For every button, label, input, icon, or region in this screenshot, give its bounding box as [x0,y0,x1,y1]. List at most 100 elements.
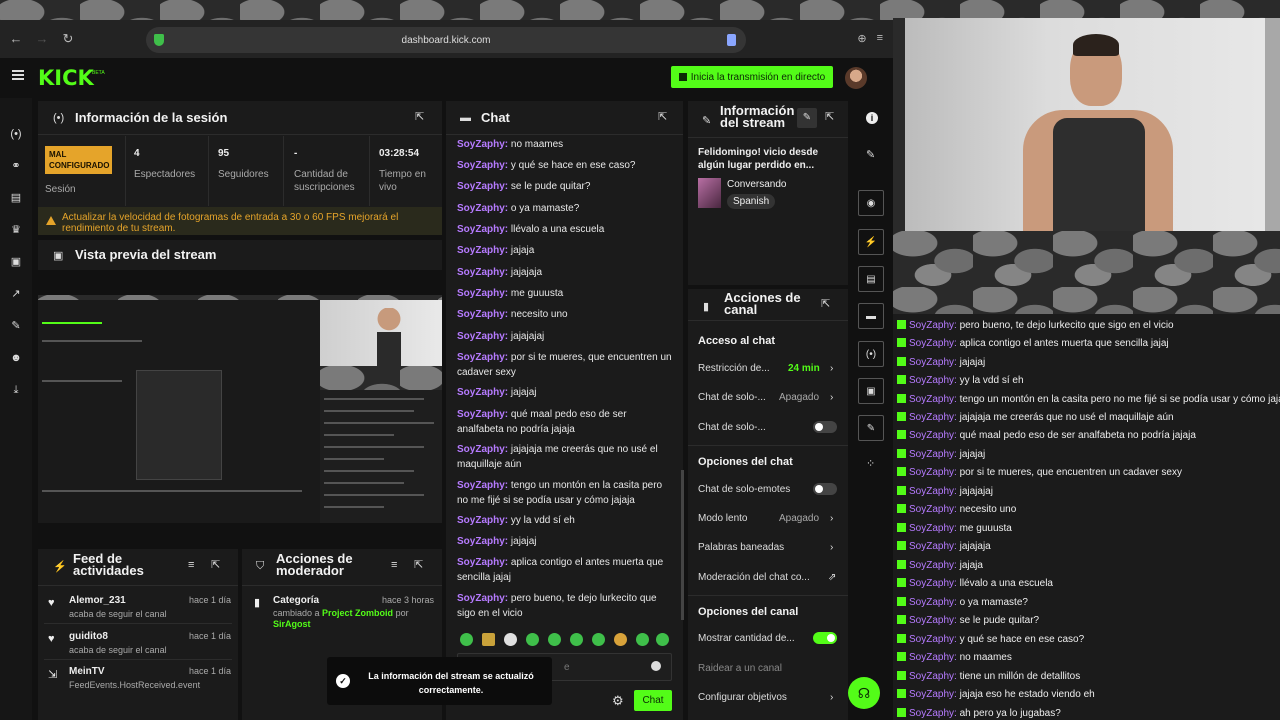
address-bar[interactable]: dashboard.kick.com [146,27,746,53]
expand-icon[interactable]: ⇱ [415,112,426,123]
feed-item-sub: FeedEvents.HostReceived.event [69,680,201,690]
chat-username[interactable]: SoyZaphy: [457,515,508,526]
analytics-icon[interactable]: ↗ [10,288,22,300]
show-count-toggle[interactable] [813,632,837,644]
go-live-button[interactable]: Inicia la transmisión en directo [671,66,833,88]
broadcast-icon[interactable]: (•) [10,128,22,140]
chevron-right-icon[interactable]: › [830,363,833,374]
banned-words-label[interactable]: Palabras baneadas [698,542,784,553]
chat-username[interactable]: SoyZaphy: [457,557,508,568]
expand-icon[interactable]: ⇱ [825,112,836,123]
emote-icon[interactable] [548,633,561,646]
more-icon[interactable]: ⁘ [866,457,875,470]
slow-mode-label[interactable]: Modo lento [698,513,747,524]
restriction-label[interactable]: Restricción de... [698,363,770,374]
chat-username[interactable]: SoyZaphy: [457,160,508,171]
expand-icon[interactable]: ⇱ [414,560,425,571]
chat-username[interactable]: SoyZaphy: [457,409,508,420]
chat-username[interactable]: SoyZaphy: [457,352,508,363]
filter-icon[interactable]: ≡ [391,560,402,571]
forward-icon[interactable]: → [34,31,50,47]
emote-icon[interactable] [482,633,495,646]
chat-moderation-label[interactable]: Moderación del chat co... [698,572,810,583]
chevron-right-icon[interactable]: › [830,692,833,703]
expand-icon[interactable]: ⇱ [658,112,669,123]
link-icon[interactable]: ⚭ [10,160,22,172]
menu-icon[interactable]: ≡ [877,32,883,45]
chat-username[interactable]: SoyZaphy: [457,245,508,256]
chat-send-button[interactable]: Chat [634,690,672,711]
download-icon[interactable]: ⤓ [10,384,22,396]
chat-username[interactable]: SoyZaphy: [457,139,508,150]
solo-chat-toggle[interactable] [813,421,837,433]
info-icon[interactable]: i [866,112,878,124]
chat-username[interactable]: SoyZaphy: [457,267,508,278]
chat-bubble-icon[interactable]: ▬ [858,303,884,329]
goals-label[interactable]: Configurar objetivos [698,692,787,703]
emoji-icon[interactable] [651,661,661,671]
chat-username[interactable]: SoyZaphy: [457,536,508,547]
expand-icon[interactable]: ⇱ [821,299,832,310]
chevron-right-icon[interactable]: › [830,392,833,403]
chat-username[interactable]: SoyZaphy: [457,288,508,299]
feed-item-name[interactable]: MeinTV [69,666,105,677]
chat-username[interactable]: SoyZaphy: [457,309,508,320]
avatar[interactable] [845,67,867,89]
external-link-icon[interactable]: ⇗ [828,572,836,583]
chat-username[interactable]: SoyZaphy: [457,480,508,491]
wrench-icon[interactable]: ✎ [858,415,884,441]
stone-background [320,366,442,390]
layout-icon[interactable]: ▣ [858,378,884,404]
emote-icon[interactable] [526,633,539,646]
pencil-icon[interactable]: ✎ [866,148,875,161]
expand-icon[interactable]: ⇱ [211,560,222,571]
kick-logo[interactable]: KICK [38,66,94,90]
chat-username[interactable]: SoyZaphy: [457,181,508,192]
video-icon[interactable]: ▣ [10,256,22,268]
trophy-icon[interactable]: ♛ [10,224,22,236]
chat-scrollbar[interactable] [681,470,684,620]
edit-button[interactable]: ✎ [797,108,817,128]
reload-icon[interactable]: ↻ [60,31,76,47]
camera-focus-icon[interactable]: ◉ [858,190,884,216]
document-icon[interactable]: ▤ [858,266,884,292]
chat-username[interactable]: SoyZaphy: [457,387,508,398]
broadcast-icon[interactable]: (•) [858,341,884,367]
kick-icon [897,578,906,587]
chat-username[interactable]: SoyZaphy: [457,224,508,235]
back-icon[interactable]: ← [8,31,24,47]
chat-username[interactable]: SoyZaphy: [457,593,508,604]
gear-icon[interactable]: ⚙ [612,693,624,709]
chat-username[interactable]: SoyZaphy: [457,203,508,214]
emote-icon[interactable] [504,633,517,646]
emotes-only-toggle[interactable] [813,483,837,495]
lightning-icon[interactable]: ⚡ [858,229,884,255]
chat-username[interactable]: SoyZaphy: [457,444,508,455]
support-button[interactable]: ☊ [848,677,880,709]
emote-icon[interactable] [614,633,627,646]
mod-item-user[interactable]: SirAgost [273,619,311,629]
emote-icon[interactable] [592,633,605,646]
mod-item-game[interactable]: Project Zomboid [322,608,393,618]
feed-item-name[interactable]: guidito8 [69,631,108,642]
hamburger-icon[interactable] [12,70,24,80]
emote-icon[interactable] [636,633,649,646]
emote-icon[interactable] [570,633,583,646]
bookmark-icon[interactable] [727,34,736,46]
extensions-icon[interactable]: ⊕ [857,32,866,45]
users-icon[interactable]: ☻ [10,352,22,364]
mod-title: Acciones de moderador [276,551,353,578]
chart-icon[interactable]: ▤ [10,192,22,204]
overlay-message: SoyZaphy: jajajajaj [897,483,1280,501]
chat-username[interactable]: SoyZaphy: [457,331,508,342]
chevron-right-icon[interactable]: › [830,542,833,553]
overlay-username: SoyZaphy: [909,504,957,515]
emote-icon[interactable] [460,633,473,646]
wrench-icon[interactable]: ✎ [10,320,22,332]
emote-icon[interactable] [656,633,669,646]
filter-icon[interactable]: ≡ [188,560,199,571]
chevron-right-icon[interactable]: › [830,513,833,524]
overlay-message: SoyZaphy: y qué se hace en ese caso? [897,631,1280,649]
feed-item-name[interactable]: Alemor_231 [69,595,126,606]
solo-chat-label[interactable]: Chat de solo-... [698,392,766,403]
